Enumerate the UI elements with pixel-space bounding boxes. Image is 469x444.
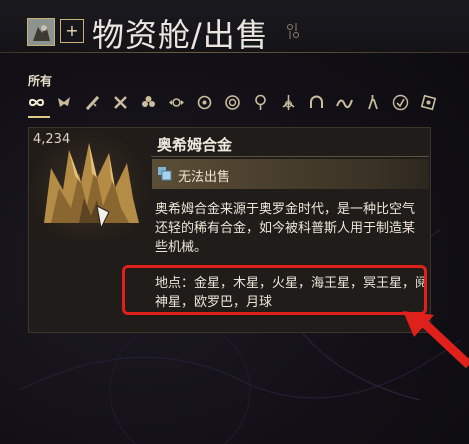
avatar-icon xyxy=(28,19,54,45)
active-tab-indicator xyxy=(28,116,50,118)
tab-wing-icon[interactable] xyxy=(56,94,73,111)
annotation-highlight-box xyxy=(122,265,427,315)
item-count: 4,234 xyxy=(33,132,71,147)
add-button[interactable]: + xyxy=(60,19,84,43)
tab-gear-flower-icon[interactable] xyxy=(196,94,213,111)
filter-label: 所有 xyxy=(28,74,53,88)
sort-icon[interactable] xyxy=(286,22,300,40)
tab-atom-icon[interactable] xyxy=(280,94,297,111)
tab-target-icon[interactable] xyxy=(224,94,241,111)
category-tabs xyxy=(26,94,456,116)
tab-sword-icon[interactable] xyxy=(84,94,101,111)
item-name: 奥希姆合金 xyxy=(157,136,233,154)
page-title: 物资舱/出售 xyxy=(92,16,269,54)
tab-x-shape-icon[interactable] xyxy=(112,94,129,111)
tab-winged-circle-icon[interactable] xyxy=(168,94,185,111)
avatar[interactable] xyxy=(27,18,55,46)
top-bar: + 物资舱/出售 xyxy=(0,0,469,54)
tab-horseshoe-icon[interactable] xyxy=(308,94,325,111)
sell-status-text: 无法出售 xyxy=(178,170,231,185)
item-description: 奥希姆合金来源于奥罗金时代，是一种比空气还轻的稀有合金，如今被科普斯人用于制造某… xyxy=(155,202,416,255)
item-thumbnail[interactable]: 4,234 xyxy=(29,128,149,240)
tab-wave-icon[interactable] xyxy=(336,94,353,111)
credits-stack-icon xyxy=(158,167,172,181)
tab-flower-icon[interactable] xyxy=(140,94,157,111)
annotation-arrow-icon xyxy=(403,311,469,369)
tab-box-icon[interactable] xyxy=(420,94,437,111)
sell-status-badge: 无法出售 xyxy=(152,159,429,189)
tab-bulb-icon[interactable] xyxy=(252,94,269,111)
tab-badge-icon[interactable] xyxy=(392,94,409,111)
item-title-divider xyxy=(151,156,429,157)
header-divider xyxy=(0,52,469,53)
tab-tool-icon[interactable] xyxy=(364,94,381,111)
tab-all-infinity-icon[interactable] xyxy=(28,94,45,111)
